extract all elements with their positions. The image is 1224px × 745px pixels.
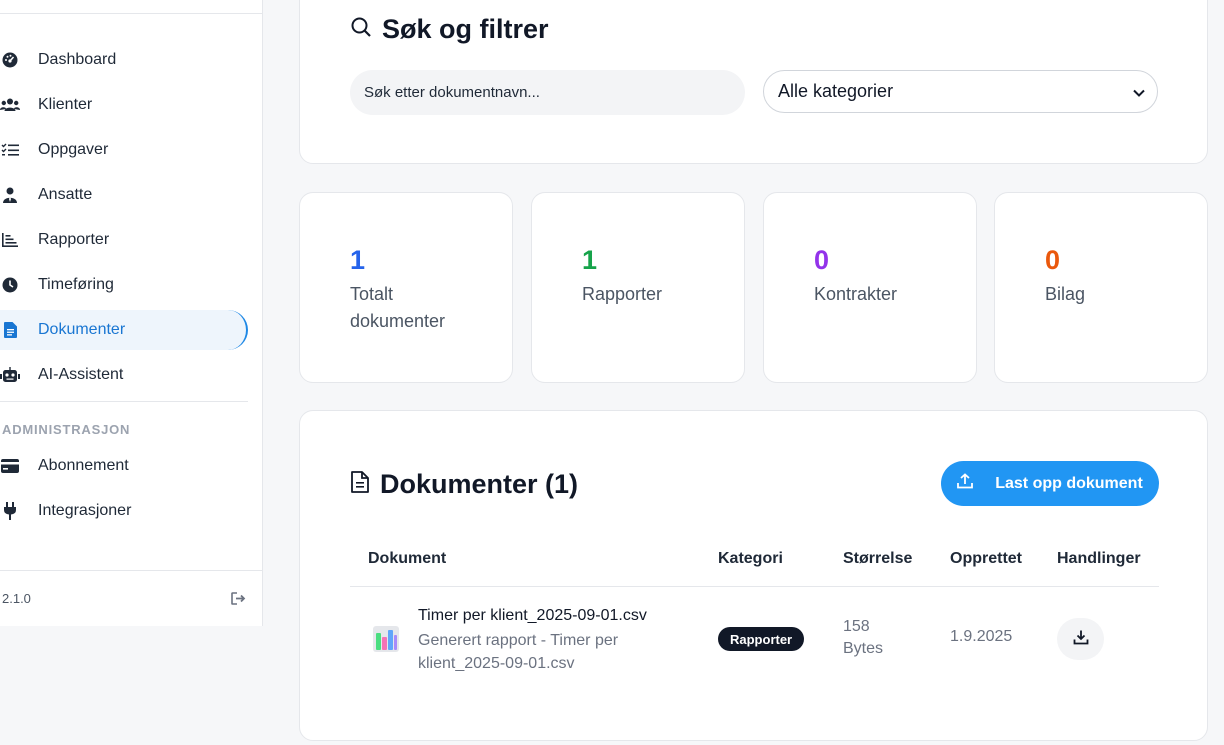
sidebar-item-abonnement[interactable]: Abonnement (0, 446, 248, 486)
stat-card-reports: 1 Rapporter (531, 192, 745, 383)
search-heading: Søk og filtrer (350, 14, 549, 45)
sidebar-footer-divider (0, 570, 262, 571)
upload-document-button[interactable]: Last opp dokument (941, 461, 1159, 506)
task-list-icon (0, 140, 20, 160)
documents-heading: Dokumenter (1) (350, 469, 578, 500)
sidebar-item-label: Klienter (38, 96, 93, 113)
category-badge: Rapporter (718, 627, 805, 651)
search-filter-card: Søk og filtrer Alle kategorier (299, 0, 1208, 164)
sidebar-section-divider (0, 401, 248, 402)
admin-section-title: ADMINISTRASJON (2, 422, 131, 437)
chart-file-icon (372, 625, 400, 653)
sidebar-item-timeforing[interactable]: Timeføring (0, 265, 248, 305)
document-name[interactable]: Timer per klient_2025-09-01.csv (418, 607, 647, 625)
upload-button-label: Last opp dokument (995, 474, 1143, 492)
sidebar-item-label: Oppgaver (38, 141, 109, 158)
sidebar-item-klienter[interactable]: Klienter (0, 85, 248, 125)
stat-label: Kontrakter (814, 284, 898, 304)
column-header-document[interactable]: Dokument (368, 550, 446, 568)
download-icon (1073, 629, 1089, 650)
documents-title: Dokumenter (1) (380, 469, 579, 499)
stat-label: Totalt dokumenter (350, 284, 446, 331)
stat-card-total: 1 Totalt dokumenter (299, 192, 513, 383)
robot-icon (0, 365, 20, 385)
sidebar-item-label: Timeføring (38, 276, 114, 293)
stat-value: 1 (582, 245, 598, 275)
chevron-down-icon (1133, 81, 1145, 102)
search-input[interactable] (350, 70, 745, 115)
table-header-divider (350, 586, 1159, 587)
upload-icon (957, 473, 974, 494)
stat-card-contracts: 0 Kontrakter (763, 192, 977, 383)
sidebar-item-dashboard[interactable]: Dashboard (0, 40, 248, 80)
credit-card-icon (0, 456, 20, 476)
sidebar-top-divider (0, 13, 262, 14)
clock-icon (0, 275, 20, 295)
stat-label: Rapporter (582, 284, 663, 304)
column-header-category[interactable]: Kategori (718, 550, 783, 568)
sidebar-item-label: Abonnement (38, 457, 129, 474)
chart-icon (0, 230, 20, 250)
sidebar-item-label: Dashboard (38, 51, 117, 68)
sidebar-item-oppgaver[interactable]: Oppgaver (0, 130, 248, 170)
sidebar-item-dokumenter[interactable]: Dokumenter (0, 310, 248, 350)
sidebar-item-label: Integrasjoner (38, 502, 132, 519)
sidebar-item-label: Rapporter (38, 231, 110, 248)
document-description: Generert rapport - Timer per klient_2025… (418, 632, 619, 672)
sidebar-item-label: Dokumenter (38, 321, 126, 338)
document-icon (350, 469, 370, 500)
stat-value: 0 (814, 245, 830, 275)
employee-icon (0, 185, 20, 205)
stat-value: 1 (350, 245, 366, 275)
sidebar: Dashboard Klienter Oppgaver Ansatte Rapp… (0, 0, 263, 626)
sidebar-item-label: Ansatte (38, 186, 93, 203)
sidebar-item-integrasjoner[interactable]: Integrasjoner (0, 491, 248, 531)
documents-card: Dokumenter (1) Last opp dokument Dokumen… (299, 410, 1208, 741)
category-select-value: Alle kategorier (778, 81, 894, 101)
category-select[interactable]: Alle kategorier (763, 70, 1158, 113)
document-created-date: 1.9.2025 (950, 628, 1013, 645)
stat-card-receipts: 0 Bilag (994, 192, 1208, 383)
sidebar-item-rapporter[interactable]: Rapporter (0, 220, 248, 260)
column-header-created[interactable]: Opprettet (950, 550, 1022, 568)
sidebar-item-ansatte[interactable]: Ansatte (0, 175, 248, 215)
stat-value: 0 (1045, 245, 1061, 275)
plug-icon (0, 501, 20, 521)
dashboard-gauge-icon (0, 50, 20, 70)
stat-label: Bilag (1045, 284, 1086, 304)
search-icon (350, 14, 372, 45)
document-size: 158 Bytes (843, 618, 884, 657)
column-header-size[interactable]: Størrelse (843, 550, 912, 568)
logout-icon[interactable] (229, 589, 247, 607)
app-version: 2.1.0 (2, 591, 31, 606)
document-icon (0, 320, 20, 340)
download-button[interactable] (1057, 618, 1104, 660)
users-icon (0, 95, 20, 115)
column-header-actions: Handlinger (1057, 550, 1141, 567)
search-title: Søk og filtrer (382, 14, 549, 44)
sidebar-item-label: AI-Assistent (38, 366, 124, 383)
sidebar-item-ai-assistent[interactable]: AI-Assistent (0, 355, 248, 395)
